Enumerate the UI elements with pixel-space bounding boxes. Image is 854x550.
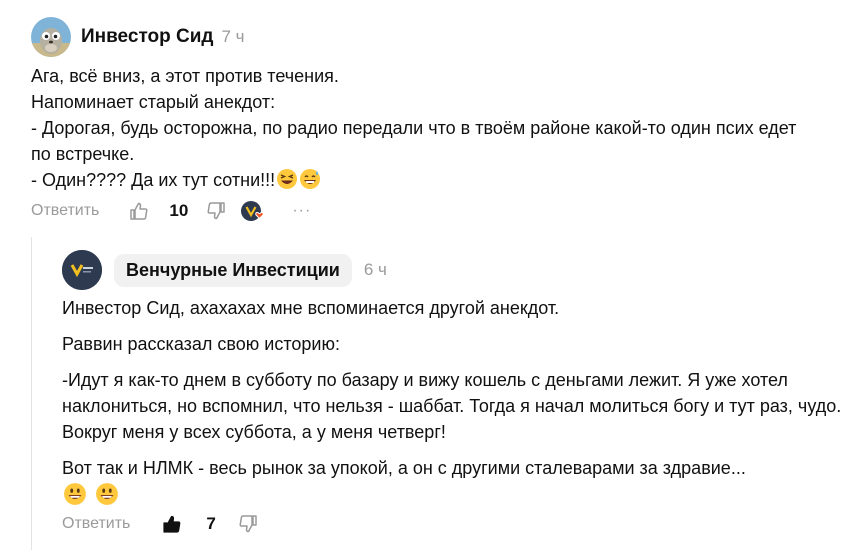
thumbs-up-filled-icon[interactable] xyxy=(162,514,182,534)
venture-avatar-icon xyxy=(62,250,102,290)
thread-line xyxy=(31,237,32,550)
reply-paragraph: Вот так и НЛМК - весь рынок за упокой, а… xyxy=(62,458,746,478)
reply-text: Инвестор Сид, ахахахах мне вспоминается … xyxy=(62,295,842,508)
thumbs-up-icon[interactable] xyxy=(129,201,149,221)
reply-paragraph: -Идут я как-то днем в субботу по базару … xyxy=(62,370,842,442)
reply-time: 6 ч xyxy=(363,260,387,279)
comment-line-last: - Один???? Да их тут сотни!!! xyxy=(31,167,821,197)
reaction-avatar-icon[interactable] xyxy=(240,200,266,222)
grinning-emoji xyxy=(95,482,119,513)
reply-button[interactable]: Ответить xyxy=(62,515,130,533)
comment-time: 7 ч xyxy=(221,27,245,46)
comment-line: Ага, всё вниз, а этот против течения. xyxy=(31,66,339,86)
thumbs-down-icon[interactable] xyxy=(238,514,258,534)
author-name[interactable]: Венчурные Инвестиции xyxy=(114,253,352,287)
comments-page: Инвестор Сид 7 ч Ага, всё вниз, а этот п… xyxy=(0,0,854,550)
reply-button[interactable]: Ответить xyxy=(31,202,99,220)
avatar[interactable] xyxy=(31,17,71,57)
reply-actions: Ответить 7 xyxy=(62,510,258,538)
more-icon[interactable]: ··· xyxy=(292,202,311,220)
reply-header: Венчурные Инвестиции 6 ч xyxy=(62,250,387,290)
comment-header: Инвестор Сид 7 ч xyxy=(31,17,245,57)
like-count: 7 xyxy=(206,514,216,533)
grinning-emoji xyxy=(63,482,87,513)
comment-line: Напоминает старый анекдот: xyxy=(31,92,276,112)
avatar[interactable] xyxy=(62,250,102,290)
author-name[interactable]: Инвестор Сид xyxy=(81,26,213,48)
comment-line: - Дорогая, будь осторожна, по радио пере… xyxy=(31,118,797,164)
reply-emojis xyxy=(62,482,842,508)
comment-text: Ага, всё вниз, а этот против течения. На… xyxy=(31,63,821,197)
reply-paragraph: Раввин рассказал свою историю: xyxy=(62,334,340,354)
comment-line: - Один???? Да их тут сотни!!! xyxy=(31,170,276,190)
grinning-sweat-emoji xyxy=(299,168,321,197)
laughing-emoji xyxy=(276,168,298,197)
like-count: 10 xyxy=(169,201,189,220)
thumbs-down-icon[interactable] xyxy=(206,201,226,221)
reply-paragraph: Инвестор Сид, ахахахах мне вспоминается … xyxy=(62,298,560,318)
comment-actions: Ответить 10 ··· xyxy=(31,197,311,225)
sid-avatar-icon xyxy=(31,17,71,57)
